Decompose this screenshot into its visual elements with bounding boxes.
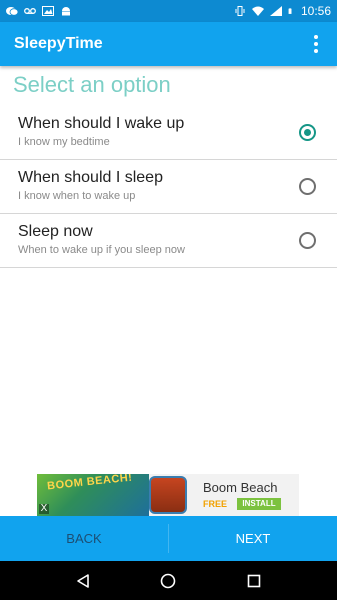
option-subtitle: I know my bedtime (18, 136, 110, 148)
ad-art-text: BOOM BEACH! (46, 474, 133, 493)
triangle-back-icon[interactable] (73, 571, 93, 591)
battery-icon (288, 8, 292, 14)
option-subtitle: When to wake up if you sleep now (18, 244, 185, 256)
ad-price: FREE (203, 499, 228, 509)
option-wake-up[interactable]: When should I wake up I know my bedtime (0, 106, 337, 160)
vibrate-icon (235, 6, 245, 16)
status-time: 10:56 (300, 4, 331, 18)
ad-banner[interactable]: BOOM BEACH! X Boom Beach FREE INSTALL (37, 474, 299, 516)
chat-icon (6, 7, 18, 16)
bottom-button-bar: BACK NEXT (0, 516, 337, 561)
square-recents-icon[interactable] (244, 571, 264, 591)
radio-button[interactable] (299, 178, 316, 195)
option-title: When should I wake up (18, 115, 185, 132)
wifi-icon (251, 6, 264, 16)
signal-icon (269, 6, 282, 16)
option-sleep-now[interactable]: Sleep now When to wake up if you sleep n… (0, 214, 337, 268)
android-icon (62, 7, 70, 16)
ad-install-button[interactable]: INSTALL (237, 498, 281, 510)
options-list: When should I wake up I know my bedtime … (0, 106, 337, 268)
app-title: SleepyTime (14, 35, 103, 52)
back-button[interactable]: BACK (0, 516, 168, 561)
next-button[interactable]: NEXT (169, 516, 337, 561)
section-title: Select an option (13, 72, 171, 97)
radio-button-checked[interactable] (299, 124, 316, 141)
ad-close-icon[interactable]: X (39, 504, 49, 514)
circle-home-icon[interactable] (158, 571, 178, 591)
image-icon (42, 6, 54, 16)
ad-app-icon (149, 476, 187, 514)
option-subtitle: I know when to wake up (18, 190, 136, 202)
system-status: 10:56 (234, 4, 331, 18)
status-bar: 10:56 (0, 0, 337, 22)
more-vert-icon[interactable] (309, 34, 323, 54)
ad-artwork: BOOM BEACH! X (37, 474, 149, 516)
voicemail-icon (24, 8, 36, 14)
radio-button[interactable] (299, 232, 316, 249)
notification-icons (6, 6, 72, 16)
navigation-bar (0, 561, 337, 600)
option-title: When should I sleep (18, 169, 163, 186)
ad-title: Boom Beach (203, 480, 278, 495)
option-sleep[interactable]: When should I sleep I know when to wake … (0, 160, 337, 214)
app-bar: SleepyTime (0, 22, 337, 66)
option-title: Sleep now (18, 223, 93, 240)
